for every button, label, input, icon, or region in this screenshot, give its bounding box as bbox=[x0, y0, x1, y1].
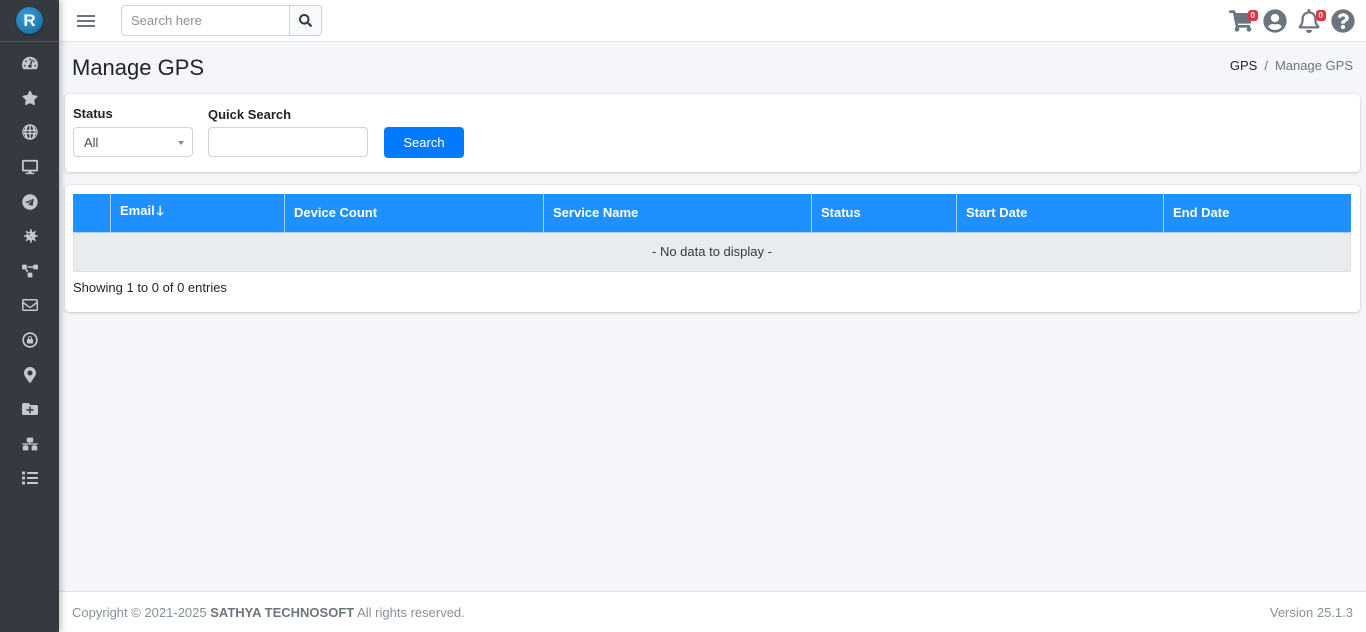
virus-icon bbox=[23, 229, 38, 244]
sidebar-item-favorites[interactable] bbox=[0, 81, 59, 116]
desktop-icon bbox=[21, 159, 38, 175]
menu-toggle-icon[interactable] bbox=[77, 14, 95, 27]
column-header-status[interactable]: Status bbox=[811, 194, 957, 233]
column-header-start-date[interactable]: Start Date bbox=[956, 194, 1164, 233]
copyright-suffix: All rights reserved. bbox=[354, 604, 465, 620]
search-icon bbox=[299, 14, 312, 27]
column-header-email[interactable]: Email 🡓 bbox=[110, 194, 285, 233]
company-name: SATHYA TECHNOSOFT bbox=[210, 604, 355, 620]
gps-table: Email 🡓 Device Count Service Name Status … bbox=[73, 194, 1351, 272]
dashboard-icon bbox=[21, 57, 38, 70]
column-header-device-count[interactable]: Device Count bbox=[284, 194, 544, 233]
globe-icon bbox=[21, 124, 38, 141]
entries-info: Showing 1 to 0 of 0 entries bbox=[73, 280, 227, 295]
sidebar: R bbox=[0, 0, 59, 632]
breadcrumb-separator: / bbox=[1264, 58, 1268, 73]
sidebar-item-telegram[interactable] bbox=[0, 184, 59, 219]
copyright-prefix: Copyright © 2021-2025 bbox=[72, 604, 211, 620]
network-icon bbox=[21, 437, 38, 451]
chevron-down-icon bbox=[178, 141, 184, 145]
main-content: Manage GPS GPS / Manage GPS Status All Q… bbox=[59, 42, 1366, 591]
map-marker-icon bbox=[23, 366, 36, 383]
table-row-empty: - No data to display - bbox=[73, 231, 1351, 272]
sidebar-item-mail[interactable] bbox=[0, 288, 59, 323]
column-header-end-date[interactable]: End Date bbox=[1163, 194, 1351, 233]
column-header-select[interactable] bbox=[73, 194, 111, 233]
search-button[interactable]: Search bbox=[384, 127, 464, 158]
star-icon bbox=[22, 90, 37, 106]
sidebar-item-virus[interactable] bbox=[0, 219, 59, 254]
top-navbar: 0 0 bbox=[59, 0, 1366, 42]
quick-search-input[interactable] bbox=[208, 127, 368, 157]
filter-card: Status All Quick Search Search bbox=[65, 94, 1360, 172]
notifications-button[interactable]: 0 bbox=[1296, 8, 1326, 34]
page-title: Manage GPS bbox=[72, 55, 205, 80]
status-label: Status bbox=[73, 106, 113, 121]
cart-count-badge: 0 bbox=[1247, 10, 1258, 21]
envelope-icon bbox=[21, 299, 38, 312]
status-select-value: All bbox=[84, 134, 99, 150]
cart-button[interactable]: 0 bbox=[1228, 8, 1258, 34]
column-header-email-label: Email bbox=[120, 202, 155, 218]
sidebar-item-list[interactable] bbox=[0, 461, 59, 496]
sidebar-item-security[interactable] bbox=[0, 323, 59, 358]
version: Version 25.1.3 bbox=[1269, 604, 1353, 620]
sidebar-item-gps[interactable] bbox=[0, 357, 59, 392]
empty-message: - No data to display - bbox=[73, 231, 1351, 272]
notification-count-badge: 0 bbox=[1315, 10, 1326, 21]
telegram-icon bbox=[21, 193, 38, 210]
sidebar-item-topology[interactable] bbox=[0, 254, 59, 289]
sidebar-nav bbox=[0, 42, 59, 496]
app-logo[interactable]: R bbox=[16, 7, 43, 34]
brand[interactable]: R bbox=[0, 0, 59, 42]
breadcrumb: GPS / Manage GPS bbox=[1230, 58, 1353, 73]
results-card: Email 🡓 Device Count Service Name Status … bbox=[65, 185, 1360, 312]
footer: Copyright © 2021-2025 SATHYA TECHNOSOFT … bbox=[59, 591, 1366, 632]
global-search bbox=[121, 5, 322, 36]
top-right-actions: 0 0 bbox=[1228, 0, 1356, 42]
sidebar-item-globe[interactable] bbox=[0, 115, 59, 150]
sort-desc-icon: 🡓 bbox=[156, 202, 164, 218]
sidebar-item-network[interactable] bbox=[0, 427, 59, 462]
breadcrumb-gps[interactable]: GPS bbox=[1230, 58, 1257, 73]
user-circle-icon bbox=[1263, 9, 1287, 33]
user-profile-button[interactable] bbox=[1262, 8, 1288, 34]
sidebar-item-devices[interactable] bbox=[0, 150, 59, 185]
column-header-service-name[interactable]: Service Name bbox=[543, 194, 812, 233]
sidebar-item-folder[interactable] bbox=[0, 392, 59, 427]
help-button[interactable] bbox=[1330, 8, 1356, 34]
global-search-input[interactable] bbox=[121, 5, 289, 36]
table-header-row: Email 🡓 Device Count Service Name Status … bbox=[73, 194, 1351, 233]
question-circle-icon bbox=[1331, 9, 1355, 33]
copyright: Copyright © 2021-2025 SATHYA TECHNOSOFT … bbox=[72, 605, 465, 620]
breadcrumb-current: Manage GPS bbox=[1274, 58, 1353, 73]
project-diagram-icon bbox=[21, 264, 38, 278]
lock-icon bbox=[21, 332, 38, 348]
status-select[interactable]: All bbox=[73, 127, 193, 157]
global-search-button[interactable] bbox=[289, 5, 322, 36]
list-icon bbox=[21, 471, 38, 485]
sidebar-item-dashboard[interactable] bbox=[0, 46, 59, 81]
folder-plus-icon bbox=[21, 403, 38, 416]
quick-search-label: Quick Search bbox=[208, 107, 292, 122]
